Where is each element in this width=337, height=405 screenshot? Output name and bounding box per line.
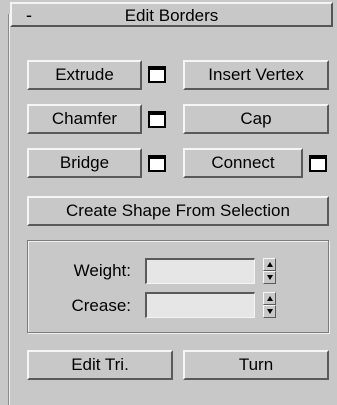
crease-field[interactable] bbox=[145, 292, 255, 318]
spin-up-icon bbox=[267, 262, 273, 267]
spin-up-icon bbox=[267, 296, 273, 301]
spin-down-icon bbox=[267, 309, 273, 314]
rollout-title: Edit Borders bbox=[124, 6, 219, 25]
panel-frame bbox=[8, 14, 10, 405]
crease-label: Crease: bbox=[71, 296, 131, 315]
extrude-button[interactable]: Extrude bbox=[27, 60, 142, 90]
create-shape-button[interactable]: Create Shape From Selection bbox=[27, 196, 329, 226]
extrude-settings-icon[interactable] bbox=[148, 66, 166, 83]
bridge-settings-icon[interactable] bbox=[148, 155, 166, 172]
crease-spinner[interactable] bbox=[263, 292, 276, 318]
insert-vertex-button[interactable]: Insert Vertex bbox=[183, 60, 329, 90]
chamfer-button[interactable]: Chamfer bbox=[27, 104, 142, 134]
weight-label: Weight: bbox=[73, 261, 131, 280]
crease-spinner-up[interactable] bbox=[263, 292, 276, 305]
connect-settings-icon[interactable] bbox=[309, 155, 327, 172]
weight-spinner-up[interactable] bbox=[263, 258, 276, 271]
weight-crease-group: Weight: Crease: bbox=[27, 240, 329, 333]
bridge-button[interactable]: Bridge bbox=[27, 148, 142, 178]
rollout-header[interactable]: - Edit Borders bbox=[10, 2, 333, 27]
weight-spinner-down[interactable] bbox=[263, 271, 276, 284]
connect-button[interactable]: Connect bbox=[183, 148, 303, 178]
turn-button[interactable]: Turn bbox=[183, 350, 329, 380]
spin-down-icon bbox=[267, 275, 273, 280]
edit-borders-panel: - Edit Borders Extrude Insert Vertex Cha… bbox=[0, 0, 337, 405]
edit-tri-button[interactable]: Edit Tri. bbox=[27, 350, 173, 380]
cap-button[interactable]: Cap bbox=[183, 104, 329, 134]
weight-field[interactable] bbox=[145, 258, 255, 284]
chamfer-settings-icon[interactable] bbox=[148, 111, 166, 128]
crease-spinner-down[interactable] bbox=[263, 305, 276, 318]
weight-spinner[interactable] bbox=[263, 258, 276, 284]
